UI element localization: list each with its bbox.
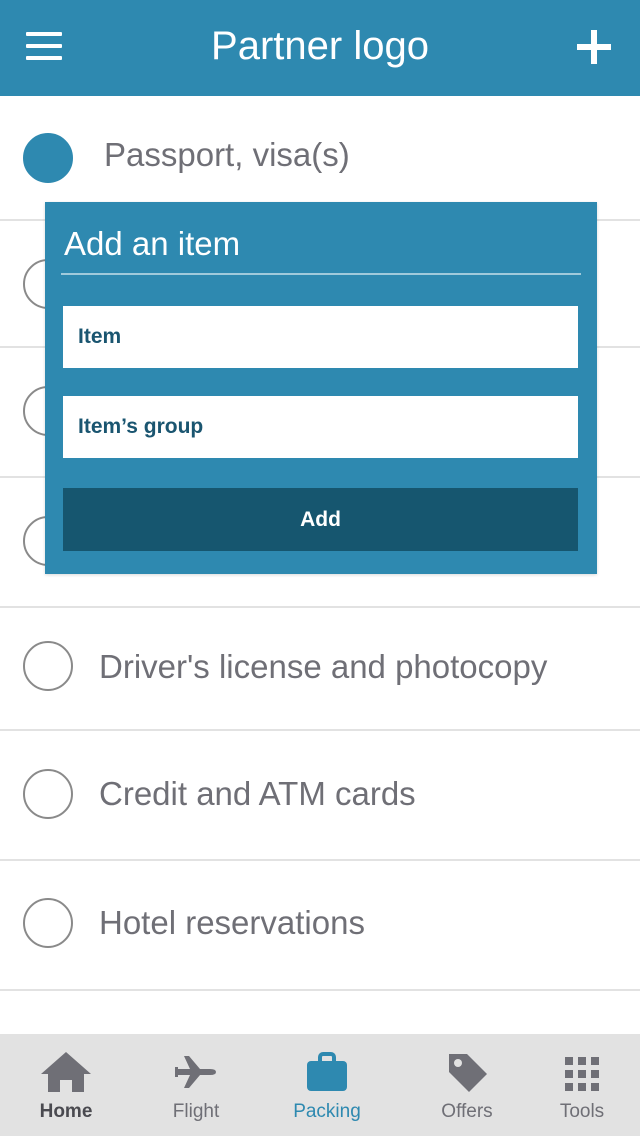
airplane-icon — [175, 1056, 216, 1088]
home-icon — [41, 1052, 91, 1092]
item-group-input[interactable] — [63, 396, 578, 458]
tab-packing[interactable]: Packing — [260, 1034, 394, 1136]
add-button[interactable]: Add — [63, 488, 578, 551]
checkbox-checked[interactable] — [23, 133, 73, 183]
checkbox[interactable] — [23, 641, 73, 691]
tab-label: Flight — [172, 1101, 220, 1122]
list-item[interactable]: Credit and ATM cards — [0, 731, 640, 861]
tab-home[interactable]: Home — [0, 1034, 132, 1136]
item-input[interactable] — [63, 306, 578, 368]
list-item[interactable]: Driver's license and photocopy — [0, 608, 640, 731]
list-item-label: Hotel reservations — [99, 904, 365, 941]
tab-flight[interactable]: Flight — [132, 1034, 260, 1136]
checkbox[interactable] — [23, 898, 73, 948]
list-item[interactable]: Hotel reservations — [0, 861, 640, 991]
divider — [61, 273, 581, 275]
grid-icon — [565, 1057, 599, 1091]
tab-tools[interactable]: Tools — [532, 1034, 632, 1136]
page-title: Partner logo — [211, 24, 429, 68]
dialog-title: Add an item — [64, 225, 241, 262]
app-header: Partner logo — [0, 0, 640, 96]
briefcase-icon — [307, 1052, 347, 1091]
tab-label: Tools — [559, 1101, 605, 1122]
tab-label: Offers — [441, 1101, 493, 1122]
tag-icon — [449, 1054, 487, 1092]
bottom-tab-bar: Home Flight Packing Offers Tools — [0, 1034, 640, 1136]
checkbox[interactable] — [23, 769, 73, 819]
list-item-label: Credit and ATM cards — [99, 775, 416, 812]
plus-icon[interactable] — [566, 20, 622, 72]
list-item-label: Passport, visa(s) — [104, 136, 350, 173]
add-item-dialog: Add an item Add — [45, 202, 597, 574]
tab-offers[interactable]: Offers — [402, 1034, 532, 1136]
tab-label: Home — [39, 1101, 93, 1122]
list-item-label: Driver's license and photocopy — [99, 648, 548, 685]
tab-label: Packing — [293, 1101, 361, 1122]
